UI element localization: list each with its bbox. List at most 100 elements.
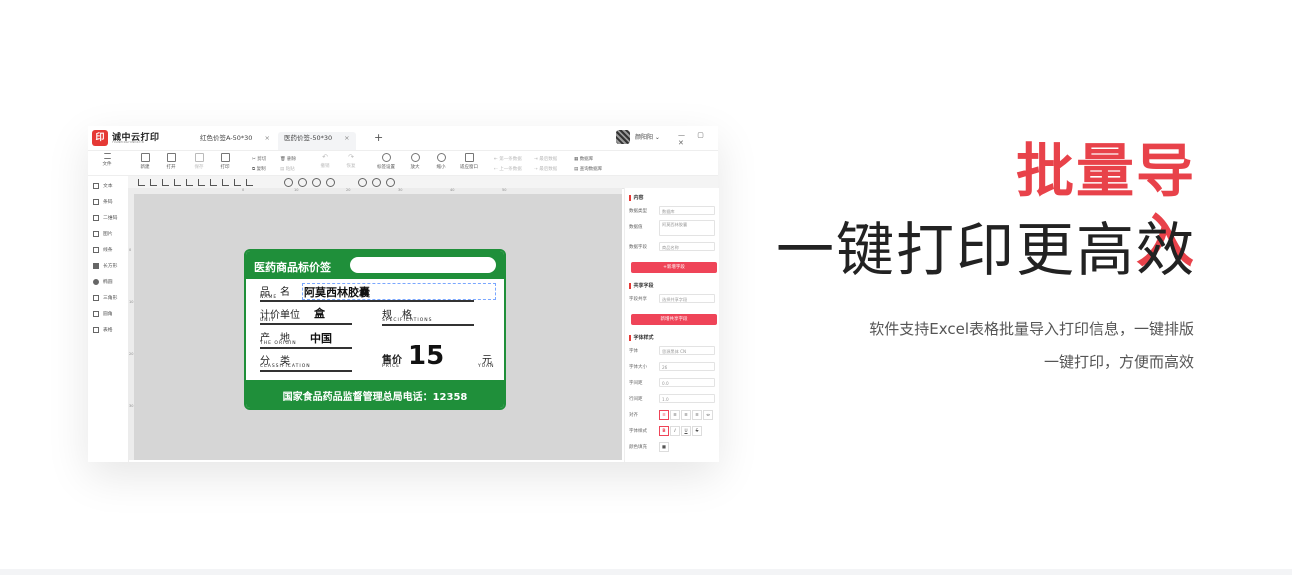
rotate-right-icon[interactable] [372,178,381,187]
regulator-phone[interactable]: 国家食品药品监督管理总局电话：12358 [246,388,504,403]
reset-rotation-icon[interactable] [386,178,395,187]
new-button[interactable]: 新建 [134,153,156,170]
tool-rectangle[interactable]: 长方形 [93,262,117,269]
add-field-button[interactable]: +新增字段 [631,262,717,273]
redo-button[interactable]: ↷ 恢复 [340,153,362,169]
italic-option[interactable]: I [670,426,680,436]
copy-button[interactable]: ⧉ 复制 [252,166,266,172]
yuan-sub[interactable]: YUAN [478,364,495,369]
qrcode-icon [93,214,99,221]
file-button[interactable]: 文件 [96,153,118,167]
user-menu[interactable]: 颜阳阳 ⌄ [635,132,660,141]
app-logo-icon: 印 [92,130,108,146]
window-controls[interactable]: — ▢ ✕ [678,131,718,147]
new-label: 新建 [140,165,150,170]
price-label-design[interactable]: 医药商品标价签 品 名 NAME 阿莫西林胶囊 计价单位 UNIT 盒 规 格 … [244,249,506,410]
align-top-icon[interactable] [174,179,181,186]
tool-ellipse[interactable]: 椭圆 [93,278,113,285]
strikethrough-option[interactable]: S [692,426,702,436]
avatar[interactable] [616,130,630,144]
add-shared-field-button[interactable]: 新增共享字段 [631,314,717,325]
same-width-icon[interactable] [234,179,241,186]
unit-value[interactable]: 盒 [314,305,325,321]
open-button[interactable]: 打开 [160,153,182,170]
data-type-select[interactable]: 数据库 [659,206,715,215]
distribute-v-icon[interactable] [222,179,229,186]
layer-bottom-icon[interactable] [326,178,335,187]
fit-window-button[interactable]: 适应窗口 [456,153,482,170]
price-sub[interactable]: PRICE [382,364,400,369]
section-content-title[interactable]: 内容 [629,194,644,201]
section-font-title[interactable]: 字体样式 [629,334,654,341]
layer-top-icon[interactable] [312,178,321,187]
cut-button[interactable]: ✂ 剪切 [252,156,266,162]
tool-barcode[interactable]: 条码 [93,198,113,205]
layer-up-icon[interactable] [284,178,293,187]
font-size-input[interactable]: 26 [659,362,715,371]
paste-button[interactable]: ▤ 粘贴 [280,166,295,172]
add-tab-button[interactable]: + [374,131,383,144]
price-value[interactable]: 15 [408,341,444,371]
bold-option[interactable]: B [659,426,669,436]
undo-button[interactable]: ↶ 撤销 [314,153,336,169]
align-center-option[interactable]: ≡ [670,410,680,420]
color-fill-swatch[interactable]: ■ [659,442,669,452]
zoom-in-button[interactable]: 放大 [404,153,426,170]
align-right-icon[interactable] [162,179,169,186]
origin-sub[interactable]: THE ORIGIN [260,341,297,346]
underline-option[interactable]: U [681,426,691,436]
label-header-field[interactable] [350,257,496,273]
line-spacing-input[interactable]: 1.0 [659,394,715,403]
label-title[interactable]: 医药商品标价签 [254,259,331,275]
layer-down-icon[interactable] [298,178,307,187]
tool-qrcode[interactable]: 二维码 [93,214,117,221]
close-icon[interactable]: × [264,134,269,142]
align-bottom-icon[interactable] [198,179,205,186]
same-height-icon[interactable] [246,179,253,186]
tool-rounded-rect[interactable]: 圆角 [93,310,113,317]
align-center-icon[interactable] [150,179,157,186]
tool-image[interactable]: 图片 [93,230,113,237]
align-middle-icon[interactable] [186,179,193,186]
align-justify-option[interactable]: ≡ [692,410,702,420]
letter-spacing-input[interactable]: 0.0 [659,378,715,387]
align-distribute-option[interactable]: ⇔ [703,410,713,420]
last-data-button[interactable]: ⇥ 最后数据 [534,156,557,162]
data-content-field[interactable]: 阿莫西林胶囊 [659,220,715,236]
tool-line[interactable]: 线条 [93,246,113,253]
selection-box[interactable] [302,283,496,300]
tab-red-price-label[interactable]: 红色价签A-50*30 × [200,132,270,150]
label-footer: 国家食品药品监督管理总局电话：12358 [246,380,504,408]
tool-text[interactable]: 文本 [93,182,113,189]
database-button[interactable]: ▦ 数据库 [574,156,593,162]
font-select[interactable]: 思源黑体 CN [659,346,715,355]
label-settings-button[interactable]: 标签设置 [374,153,398,170]
align-right-option[interactable]: ≡ [681,410,691,420]
class-sub[interactable]: CLASSIFICATION [260,364,311,369]
new-file-icon [140,153,150,162]
tool-table[interactable]: 表格 [93,326,113,333]
name-underline [260,300,474,302]
shared-field-select[interactable]: 选择共享字段 [659,294,715,303]
prev-data-button[interactable]: ⇠ 上一条数据 [494,166,522,172]
next-data-button[interactable]: ⇢ 最后数据 [534,166,557,172]
print-button[interactable]: 打印 [214,153,236,170]
distribute-h-icon[interactable] [210,179,217,186]
save-button[interactable]: 保存 [188,153,210,170]
origin-value[interactable]: 中国 [310,330,332,346]
spec-sub[interactable]: SPECIFICATIONS [382,318,433,323]
data-field-select[interactable]: 商品名称 [659,242,715,251]
rectangle-icon [93,262,99,269]
query-database-button[interactable]: ▤ 查询数据库 [574,166,602,172]
zoom-out-button[interactable]: 缩小 [430,153,452,170]
tab-medical-price-label[interactable]: 医药价签-50*30 × [278,132,356,150]
close-icon[interactable]: × [344,134,349,142]
first-data-button[interactable]: ⇤ 第一条数据 [494,156,522,162]
delete-button[interactable]: 🗑 删除 [280,156,296,162]
tool-triangle[interactable]: 三角形 [93,294,117,301]
align-left-option[interactable]: ≡ [659,410,669,420]
left-toolbox: 文本 条码 二维码 图片 线条 长方形 椭圆 三角形 圆角 表格 [88,176,129,462]
section-shared-title[interactable]: 共享字段 [629,282,654,289]
rotate-left-icon[interactable] [358,178,367,187]
align-left-icon[interactable] [138,179,145,186]
